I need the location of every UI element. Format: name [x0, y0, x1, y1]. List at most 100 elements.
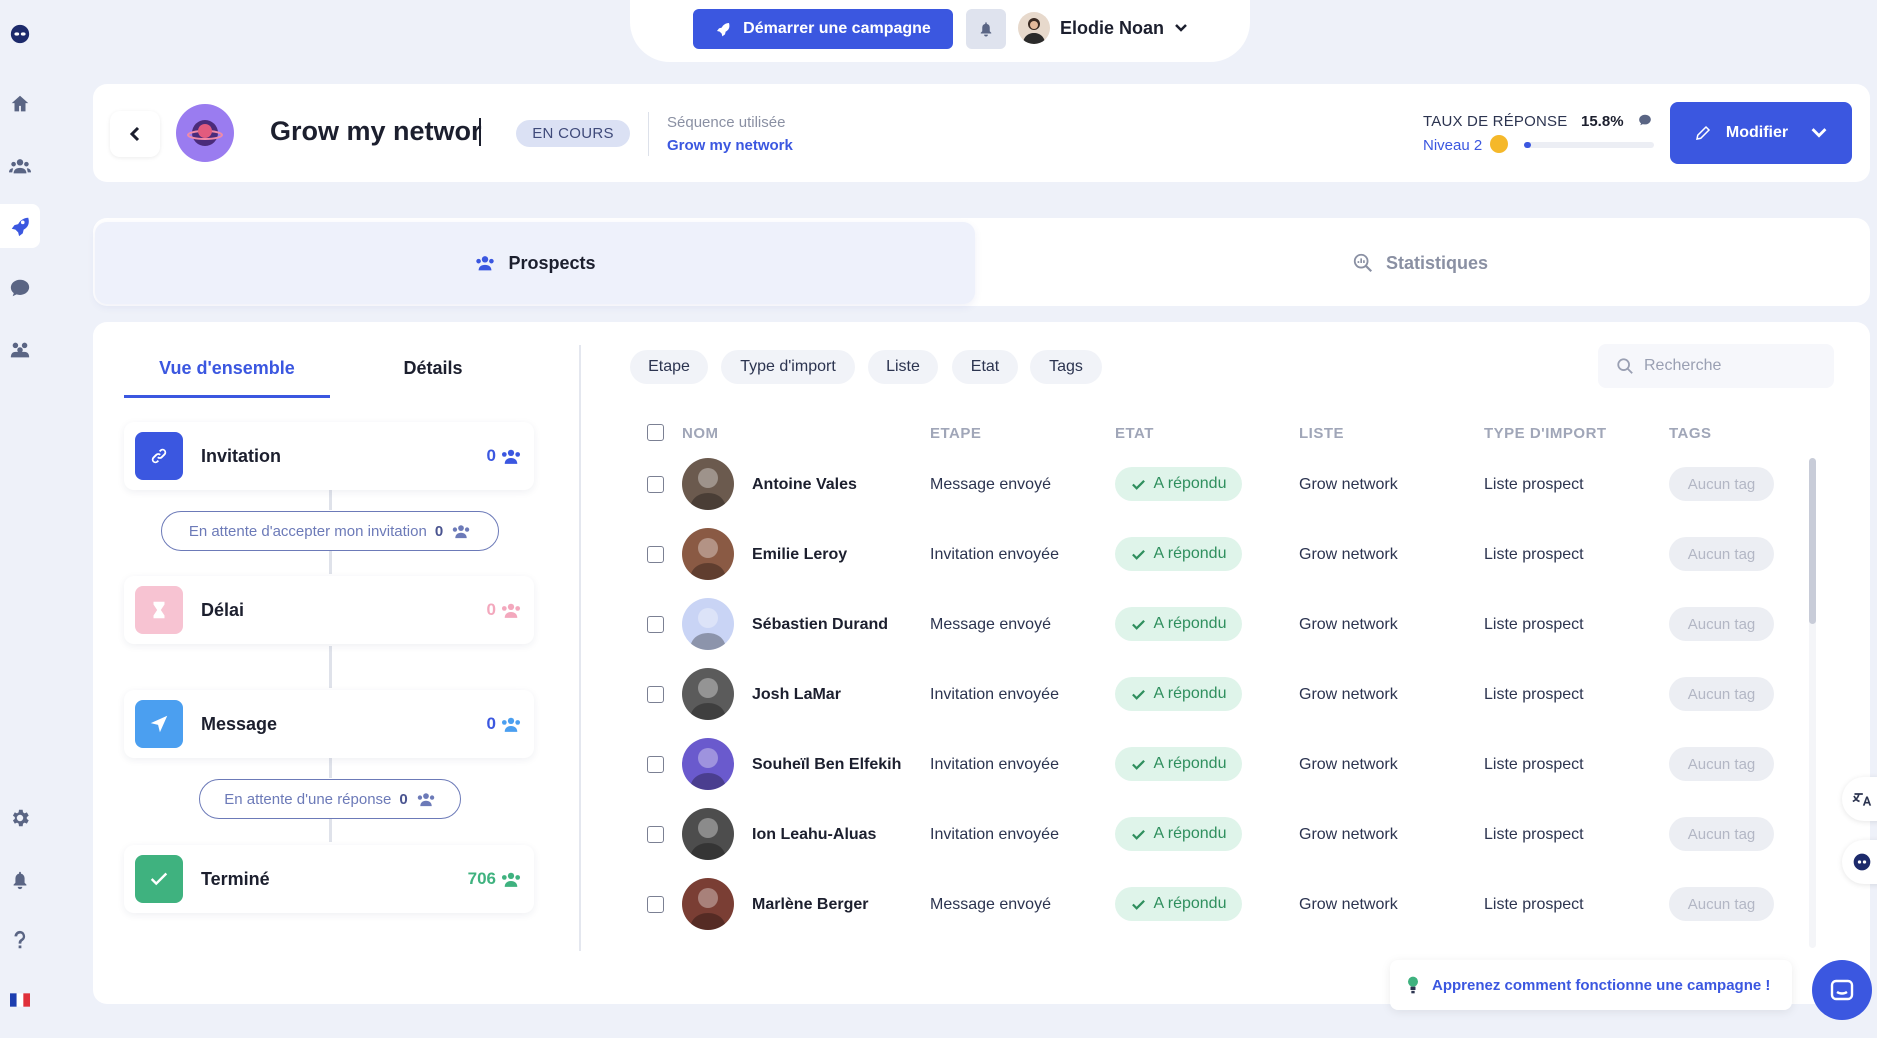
chat-icon[interactable] [0, 266, 40, 310]
step-count-value: 706 [467, 869, 496, 888]
prospect-name[interactable]: Souheïl Ben Elfekih [752, 756, 901, 774]
tags-badge[interactable]: Aucun tag [1669, 677, 1774, 711]
table-scrollbar[interactable] [1809, 458, 1816, 624]
row-checkbox[interactable] [647, 546, 664, 563]
prospect-list: Grow network [1299, 756, 1398, 773]
wait-invitation-pill[interactable]: En attente d'accepter mon invitation 0 [161, 511, 499, 551]
row-checkbox[interactable] [647, 826, 664, 843]
tags-badge[interactable]: Aucun tag [1669, 817, 1774, 851]
prospect-name[interactable]: Ion Leahu-Aluas [752, 826, 876, 844]
prospect-import-type: Liste prospect [1484, 476, 1584, 493]
help-banner[interactable]: Apprenez comment fonctionne une campagne… [1390, 960, 1792, 1010]
state-badge: A répondu [1115, 537, 1242, 571]
stats-search-icon [1353, 253, 1373, 273]
column-header[interactable]: ETAT [1115, 425, 1154, 442]
select-all-checkbox[interactable] [647, 424, 664, 441]
prospect-step: Invitation envoyée [930, 686, 1059, 703]
sequence-link[interactable]: Grow my network [667, 137, 793, 154]
search-box[interactable] [1598, 344, 1834, 388]
campaign-title-input[interactable]: Grow my network [270, 116, 482, 147]
chat-support-button[interactable] [1812, 960, 1872, 1020]
tags-badge[interactable]: Aucun tag [1669, 537, 1774, 571]
start-campaign-button[interactable]: Démarrer une campagne [693, 9, 953, 49]
users-icon [417, 793, 434, 807]
prospect-name[interactable]: Antoine Vales [752, 476, 857, 494]
step-delai[interactable]: Délai 0 [124, 576, 534, 644]
prospect-step: Message envoyé [930, 616, 1051, 633]
step-name: Terminé [201, 868, 270, 889]
tags-badge[interactable]: Aucun tag [1669, 887, 1774, 921]
notifications-button[interactable] [966, 9, 1006, 49]
status-badge: EN COURS [516, 120, 630, 147]
row-checkbox[interactable] [647, 476, 664, 493]
step-termine[interactable]: Terminé 706 [124, 845, 534, 913]
subtab-details[interactable]: Détails [330, 358, 536, 379]
wait-label: En attente d'une réponse [224, 790, 392, 808]
row-checkbox[interactable] [647, 616, 664, 633]
step-count-value: 0 [486, 600, 496, 619]
settings-icon[interactable] [0, 796, 40, 840]
subtab-overview[interactable]: Vue d'ensemble [124, 358, 330, 379]
rocket-icon [717, 23, 730, 37]
bell-icon [980, 22, 992, 37]
fr-flag-icon[interactable] [0, 978, 40, 1022]
level-progress-fill [1524, 142, 1531, 148]
search-icon [1617, 358, 1633, 374]
prospect-import-type: Liste prospect [1484, 616, 1584, 633]
prospect-name[interactable]: Marlène Berger [752, 896, 869, 914]
step-invitation[interactable]: Invitation 0 [124, 422, 534, 490]
users-icon [501, 872, 521, 887]
start-campaign-label: Démarrer une campagne [743, 20, 931, 37]
column-header[interactable]: LISTE [1299, 425, 1344, 442]
column-header[interactable]: TYPE D'IMPORT [1484, 425, 1607, 442]
filter-etat[interactable]: Etat [952, 350, 1018, 384]
prospect-name[interactable]: Emilie Leroy [752, 546, 847, 564]
home-icon[interactable] [0, 82, 40, 126]
tags-badge[interactable]: Aucun tag [1669, 467, 1774, 501]
bell-icon[interactable] [0, 858, 40, 902]
column-header[interactable]: ETAPE [930, 425, 981, 442]
wait-response-pill[interactable]: En attente d'une réponse 0 [199, 779, 461, 819]
tab-statistiques[interactable]: Statistiques [980, 222, 1860, 304]
row-checkbox[interactable] [647, 756, 664, 773]
check-icon [1131, 899, 1145, 910]
filter-type-import[interactable]: Type d'import [721, 350, 855, 384]
state-label: A répondu [1153, 755, 1227, 772]
prospect-list: Grow network [1299, 546, 1398, 563]
logo-icon[interactable] [0, 12, 40, 56]
filter-tags[interactable]: Tags [1030, 350, 1102, 384]
prospect-name[interactable]: Sébastien Durand [752, 616, 888, 634]
users-icon [476, 256, 495, 271]
prospect-import-type: Liste prospect [1484, 756, 1584, 773]
filter-etape[interactable]: Etape [630, 350, 708, 384]
tags-badge[interactable]: Aucun tag [1669, 747, 1774, 781]
help-icon[interactable] [0, 918, 40, 962]
state-label: A répondu [1153, 825, 1227, 842]
modify-button[interactable]: Modifier [1670, 102, 1852, 164]
row-checkbox[interactable] [647, 686, 664, 703]
step-message[interactable]: Message 0 [124, 690, 534, 758]
column-header[interactable]: NOM [682, 425, 719, 442]
users-icon[interactable] [0, 144, 40, 188]
user-menu[interactable]: Elodie Noan [1018, 12, 1188, 44]
state-label: A répondu [1153, 475, 1227, 492]
check-icon [1131, 759, 1145, 770]
step-count-value: 0 [486, 446, 496, 465]
team-icon[interactable] [0, 328, 40, 372]
tags-badge[interactable]: Aucun tag [1669, 607, 1774, 641]
rocket-icon[interactable] [0, 204, 40, 248]
tab-prospects[interactable]: Prospects [95, 222, 975, 304]
tab-statistiques-label: Statistiques [1385, 252, 1489, 273]
search-input[interactable] [1644, 357, 1814, 375]
back-button[interactable] [110, 111, 160, 157]
step-count: 0 [487, 714, 522, 734]
prospect-list: Grow network [1299, 616, 1398, 633]
chevron-down-icon [1175, 24, 1187, 32]
help-banner-label: Apprenez comment fonctionne une campagne… [1432, 976, 1771, 994]
state-label: A répondu [1153, 545, 1227, 562]
column-header[interactable]: TAGS [1669, 425, 1712, 442]
prospect-name[interactable]: Josh LaMar [752, 686, 841, 704]
row-checkbox[interactable] [647, 896, 664, 913]
filter-liste[interactable]: Liste [868, 350, 938, 384]
step-name: Délai [201, 599, 245, 620]
